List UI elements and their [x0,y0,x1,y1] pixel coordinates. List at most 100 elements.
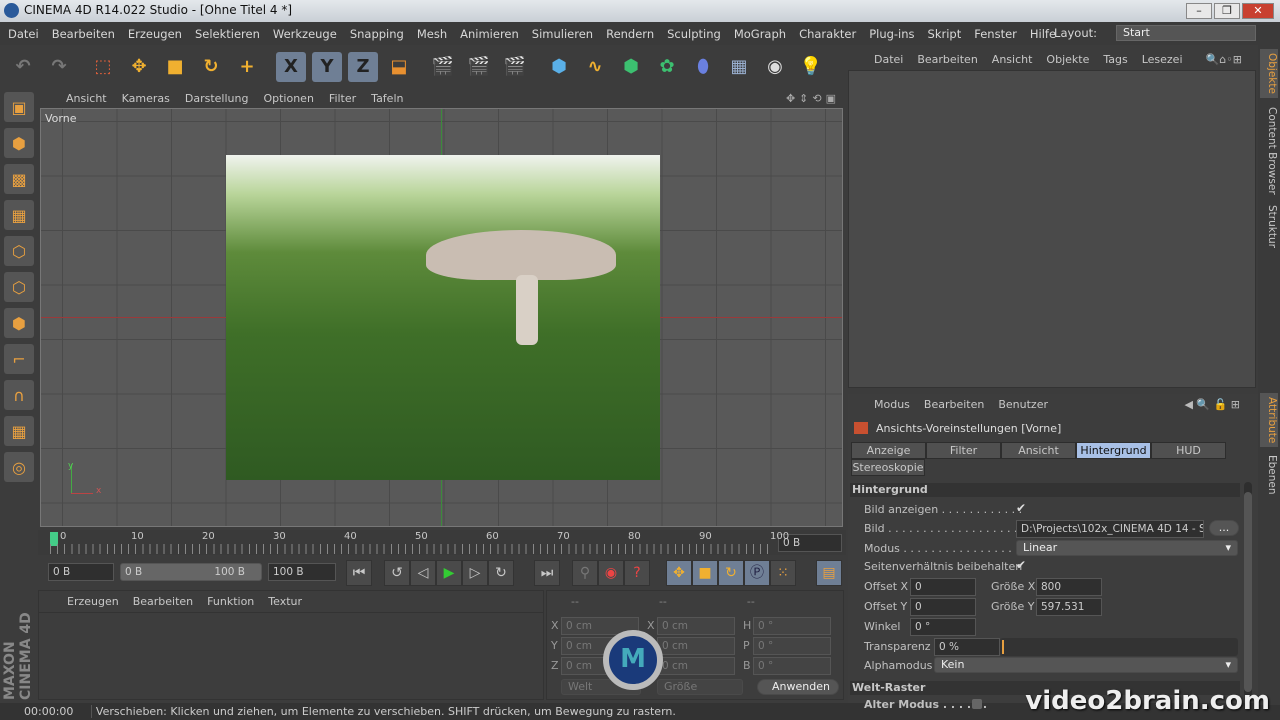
array-icon[interactable]: ✿ [652,52,682,82]
viewport-menu-kameras[interactable]: Kameras [122,92,170,105]
size-mode-dropdown[interactable]: Größe [657,679,743,695]
workplane-icon[interactable]: ▦ [4,200,34,230]
light-icon[interactable]: 💡 [796,52,826,82]
tab-filter[interactable]: Filter [926,442,1001,459]
key-scale-icon[interactable]: ■ [692,560,718,586]
y-axis-icon[interactable]: Y [312,51,342,82]
autokey-icon[interactable]: ◉ [598,560,624,586]
previous-frame-icon[interactable]: ◁ [410,560,436,586]
maximize-button[interactable]: ❐ [1214,3,1240,19]
polygons-mode-icon[interactable]: ⬢ [4,308,34,338]
size-y-field[interactable]: 597.531 [1036,598,1102,616]
object-menu-tags[interactable]: Tags [1103,53,1127,66]
alphamodus-dropdown[interactable]: Kein ▾ [934,657,1238,673]
menu-skript[interactable]: Skript [928,27,962,41]
menu-mograph[interactable]: MoGraph [734,27,786,41]
layout-dropdown[interactable]: Start [1116,25,1256,41]
attribute-menu-bearbeiten[interactable]: Bearbeiten [924,398,984,411]
nurbs-icon[interactable]: ⬢ [616,52,646,82]
menu-sculpting[interactable]: Sculpting [667,27,721,41]
coord-field[interactable]: 0 ° [753,657,831,675]
camera-icon[interactable]: ◉ [760,52,790,82]
magnet-icon[interactable]: ∩ [4,380,34,410]
x-axis-icon[interactable]: X [276,51,306,82]
range-slider[interactable]: 0 B 100 B [120,563,262,581]
offset-x-field[interactable]: 0 [910,578,976,596]
menu-rendern[interactable]: Rendern [606,27,654,41]
menu-werkzeuge[interactable]: Werkzeuge [273,27,337,41]
attribute-menu-benutzer[interactable]: Benutzer [998,398,1048,411]
transform-icon[interactable]: + [232,52,262,82]
viewport-menu-darstellung[interactable]: Darstellung [185,92,249,105]
material-menu-funktion[interactable]: Funktion [207,595,254,608]
winkel-field[interactable]: 0 ° [910,618,976,636]
alter-modus-checkbox[interactable] [972,699,982,709]
go-to-start-icon[interactable]: ⏮ [346,560,372,586]
start-frame-field[interactable]: 0 B [48,563,114,581]
spline-icon[interactable]: ∿ [580,52,610,82]
points-mode-icon[interactable]: ⬡ [4,236,34,266]
deformer-icon[interactable]: ⬮ [688,52,718,82]
render-view-icon[interactable]: 🎬 [428,52,458,82]
key-pla-icon[interactable]: ⁙ [770,560,796,586]
coord-field[interactable]: 0 cm [657,617,735,635]
key-parameter-icon[interactable]: Ⓟ [744,560,770,586]
menu-datei[interactable]: Datei [8,27,39,41]
attribute-scrollbar[interactable] [1244,482,1252,697]
floor-icon[interactable]: ▦ [724,52,754,82]
rotate-icon[interactable]: ↻ [196,52,226,82]
snap-grid-icon[interactable]: ▦ [4,416,34,446]
coord-field[interactable]: 0 ° [753,637,831,655]
texture-mode-icon[interactable]: ▩ [4,164,34,194]
viewport-menu-filter[interactable]: Filter [329,92,356,105]
keyframe-selection-icon[interactable]: ? [624,560,650,586]
transparenz-slider[interactable] [1000,638,1238,656]
menu-mesh[interactable]: Mesh [417,27,447,41]
axis-mode-icon[interactable]: ⌐ [4,344,34,374]
menu-bearbeiten[interactable]: Bearbeiten [52,27,115,41]
next-frame-icon[interactable]: ▷ [462,560,488,586]
material-menu-textur[interactable]: Textur [268,595,302,608]
object-menu-bearbeiten[interactable]: Bearbeiten [917,53,977,66]
key-position-icon[interactable]: ✥ [666,560,692,586]
make-editable-icon[interactable]: ▣ [4,92,34,122]
viewport-menu-tafeln[interactable]: Tafeln [371,92,403,105]
timeline[interactable]: 0 B 0 10 20 30 40 50 60 70 80 90 100 [38,530,846,555]
undo-icon[interactable]: ↶ [8,52,38,82]
viewport-front[interactable]: Vorne y x [40,108,843,527]
menu-animieren[interactable]: Animieren [460,27,519,41]
tab-hintergrund[interactable]: Hintergrund [1076,442,1151,459]
menu-fenster[interactable]: Fenster [974,27,1017,41]
coord-field[interactable]: 0 cm [657,657,735,675]
bild-anzeigen-checkbox[interactable]: ✔ [1016,501,1026,515]
render-picture-viewer-icon[interactable]: 🎬 [464,52,494,82]
model-mode-icon[interactable]: ⬢ [4,128,34,158]
menu-plug-ins[interactable]: Plug-ins [869,27,914,41]
go-to-end-icon[interactable]: ⏭ [534,560,560,586]
aspect-checkbox[interactable]: ✔ [1016,558,1026,572]
material-menu-bearbeiten[interactable]: Bearbeiten [133,595,193,608]
menu-simulieren[interactable]: Simulieren [532,27,593,41]
transparenz-field[interactable]: 0 % [934,638,1000,656]
viewport-menu-ansicht[interactable]: Ansicht [66,92,107,105]
slider-handle[interactable] [1002,640,1004,654]
attribute-menu-modus[interactable]: Modus [874,398,910,411]
attribute-nav-icons[interactable]: ◀ 🔍 🔓 ⊞ [1184,398,1240,411]
render-settings-icon[interactable]: 🎬 [500,52,530,82]
object-menu-lesezei[interactable]: Lesezei [1142,53,1183,66]
menu-snapping[interactable]: Snapping [350,27,404,41]
tab-objekte[interactable]: Objekte [1260,49,1278,98]
close-button[interactable]: ✕ [1242,3,1274,19]
minimize-button[interactable]: – [1186,3,1212,19]
object-menu-ansicht[interactable]: Ansicht [992,53,1033,66]
object-manager-list[interactable] [848,70,1256,388]
bild-path-field[interactable]: D:\Projects\102x_CINEMA 4D 14 - Sc [1016,520,1204,538]
menu-erzeugen[interactable]: Erzeugen [128,27,182,41]
tab-stereoskopie[interactable]: Stereoskopie [851,459,925,476]
timeline-window-icon[interactable]: ▤ [816,560,842,586]
scale-icon[interactable]: ■ [160,52,190,82]
edges-mode-icon[interactable]: ⬡ [4,272,34,302]
object-manager-icons[interactable]: 🔍⌂◦⊞ [1206,53,1242,66]
object-menu-objekte[interactable]: Objekte [1046,53,1089,66]
soft-selection-icon[interactable]: ◎ [4,452,34,482]
